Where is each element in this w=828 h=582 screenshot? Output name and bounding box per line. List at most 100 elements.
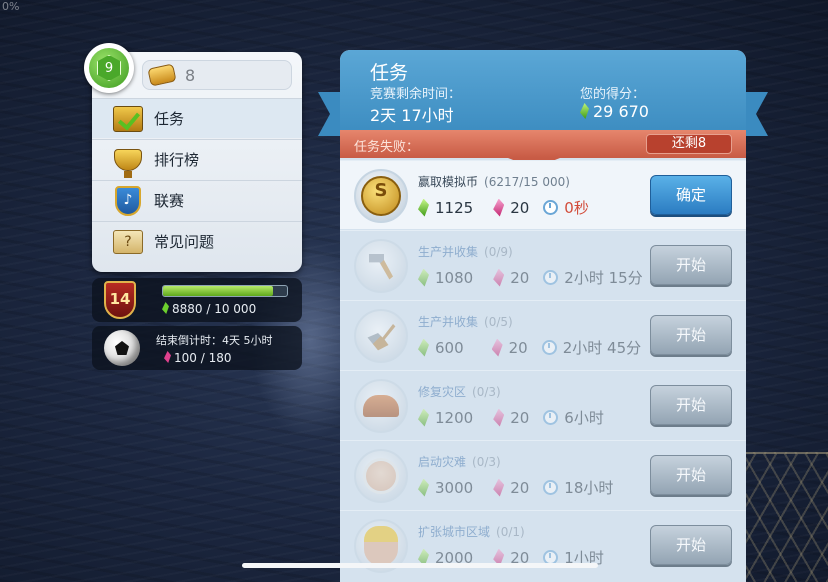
task-panel: 任务 竞赛剩余时间： 2天 17小时 您的得分： 29 670 任务失败： 还剩… <box>340 50 746 582</box>
task-name: 生产并收集 <box>418 245 479 259</box>
soccer-ball-icon <box>104 330 140 366</box>
green-reward: 1125 <box>435 198 474 217</box>
green-reward: 3000 <box>435 478 474 497</box>
task-progress: (0/3) <box>472 385 501 399</box>
score-value: 29 670 <box>593 102 649 121</box>
task-progress: (6217/15 000) <box>484 175 570 189</box>
pink-reward: 20 <box>510 268 530 287</box>
pink-gem-icon <box>493 408 505 427</box>
task-row[interactable]: 生产并收集 (0/5) 600 20 2小时 45分 开始 <box>340 300 746 369</box>
pink-gem-icon <box>491 338 503 357</box>
green-gem-icon <box>418 478 429 497</box>
task-stats: 1200 20 6小时 <box>418 407 604 428</box>
menu-item-leaderboard[interactable]: 排行榜 <box>92 139 302 179</box>
pink-reward: 20 <box>510 478 530 497</box>
start-button[interactable]: 开始 <box>650 455 732 495</box>
task-name-line: 修复灾区 (0/3) <box>418 383 501 400</box>
loading-percent: 0% <box>2 0 20 13</box>
task-name: 赢取模拟币 <box>418 175 479 189</box>
player-level-badge[interactable]: 9 <box>84 43 134 93</box>
coins-counter[interactable]: 8 <box>142 60 292 90</box>
coins-value: 8 <box>185 65 196 85</box>
stopwatch-icon <box>543 270 559 285</box>
tasks-icon <box>113 105 143 132</box>
score-label: 您的得分： <box>580 87 646 102</box>
remaining-count-badge: 还剩8 <box>646 134 732 154</box>
task-stats: 3000 20 18小时 <box>418 477 613 498</box>
shovel-icon <box>367 324 396 351</box>
menu-item-tasks[interactable]: 任务 <box>92 98 302 138</box>
home-indicator[interactable] <box>242 563 598 568</box>
stopwatch-icon <box>541 340 557 355</box>
menu-item-faq[interactable]: ? 常见问题 <box>92 221 302 261</box>
stopwatch-icon <box>543 200 559 215</box>
menu-item-label: 排行榜 <box>154 151 200 169</box>
xp-progress-fill <box>163 286 274 296</box>
task-name: 启动灾难 <box>418 455 467 469</box>
start-button[interactable]: 开始 <box>650 525 732 565</box>
scientist-icon <box>363 458 399 494</box>
faq-icon: ? <box>113 229 143 254</box>
hammer-icon <box>369 254 393 280</box>
task-time: 2小时 15分 <box>564 269 643 287</box>
start-button[interactable]: 开始 <box>650 315 732 355</box>
helmet-icon <box>363 395 399 417</box>
league-icon: ♪ <box>115 185 141 216</box>
task-stats: 1080 20 2小时 15分 <box>418 267 643 288</box>
task-row[interactable]: S 赢取模拟币 (6217/15 000) 1125 20 0秒 确定 <box>340 160 746 229</box>
green-gem-icon <box>418 408 429 427</box>
task-row[interactable]: 扩张城市区域 (0/1) 2000 20 1小时 开始 <box>340 510 746 579</box>
task-progress: (0/9) <box>484 245 513 259</box>
xp-progress-bar <box>162 285 288 297</box>
score-row: 29 670 <box>580 102 649 121</box>
trophy-icon <box>114 148 142 178</box>
time-remaining-label: 竞赛剩余时间： <box>370 87 462 102</box>
crane-structure <box>733 452 828 582</box>
task-name-line: 扩张城市区域 (0/1) <box>418 523 525 540</box>
failed-tasks-bar: 任务失败： 还剩8 <box>340 130 746 158</box>
task-time: 6小时 <box>564 409 604 427</box>
gold-coins-icon <box>147 63 177 87</box>
menu-item-label: 联赛 <box>154 192 185 210</box>
menu-item-league[interactable]: ♪ 联赛 <box>92 180 302 220</box>
green-gem-icon <box>418 268 429 287</box>
confirm-button[interactable]: 确定 <box>650 175 732 215</box>
time-remaining-value: 2天 17小时 <box>370 106 454 125</box>
pink-reward: 20 <box>510 408 530 427</box>
task-name-line: 生产并收集 (0/5) <box>418 313 513 330</box>
green-reward: 1080 <box>435 268 474 287</box>
menu-item-label: 任务 <box>154 110 185 128</box>
event-gems-row: 100 / 180 <box>164 351 231 365</box>
event-gems-value: 100 / 180 <box>174 351 232 365</box>
task-time: 0秒 <box>564 199 589 217</box>
start-button[interactable]: 开始 <box>650 385 732 425</box>
green-reward: 600 <box>435 338 464 357</box>
xp-value-row: 8880 / 10 000 <box>162 302 256 316</box>
stopwatch-icon <box>543 480 559 495</box>
task-stats: 600 20 2小时 45分 <box>418 337 641 358</box>
green-reward: 1200 <box>435 408 474 427</box>
worker-icon <box>364 526 398 566</box>
task-row[interactable]: 修复灾区 (0/3) 1200 20 6小时 开始 <box>340 370 746 439</box>
rank-card[interactable]: 14 8880 / 10 000 <box>92 278 302 322</box>
task-row[interactable]: 生产并收集 (0/9) 1080 20 2小时 15分 开始 <box>340 230 746 299</box>
task-row[interactable]: 启动灾难 (0/3) 3000 20 18小时 开始 <box>340 440 746 509</box>
task-stats: 1125 20 0秒 <box>418 197 589 218</box>
menu-item-label: 常见问题 <box>154 233 215 251</box>
task-name: 生产并收集 <box>418 315 479 329</box>
pink-gem-icon <box>493 268 505 287</box>
event-countdown: 结束倒计时：4天 5小时 <box>156 334 273 347</box>
task-name-line: 赢取模拟币 (6217/15 000) <box>418 173 570 190</box>
task-name: 修复灾区 <box>418 385 467 399</box>
task-progress: (0/3) <box>472 455 501 469</box>
pink-gem-icon <box>164 351 171 363</box>
failed-tasks-label: 任务失败： <box>354 140 420 155</box>
pink-reward: 20 <box>510 198 530 217</box>
green-gem-icon <box>418 338 429 357</box>
level-value: 9 <box>97 55 121 81</box>
panel-title: 任务 <box>370 62 409 84</box>
task-progress: (0/5) <box>484 315 513 329</box>
event-card[interactable]: 结束倒计时：4天 5小时 100 / 180 <box>92 326 302 370</box>
start-button[interactable]: 开始 <box>650 245 732 285</box>
pink-reward: 20 <box>508 338 528 357</box>
